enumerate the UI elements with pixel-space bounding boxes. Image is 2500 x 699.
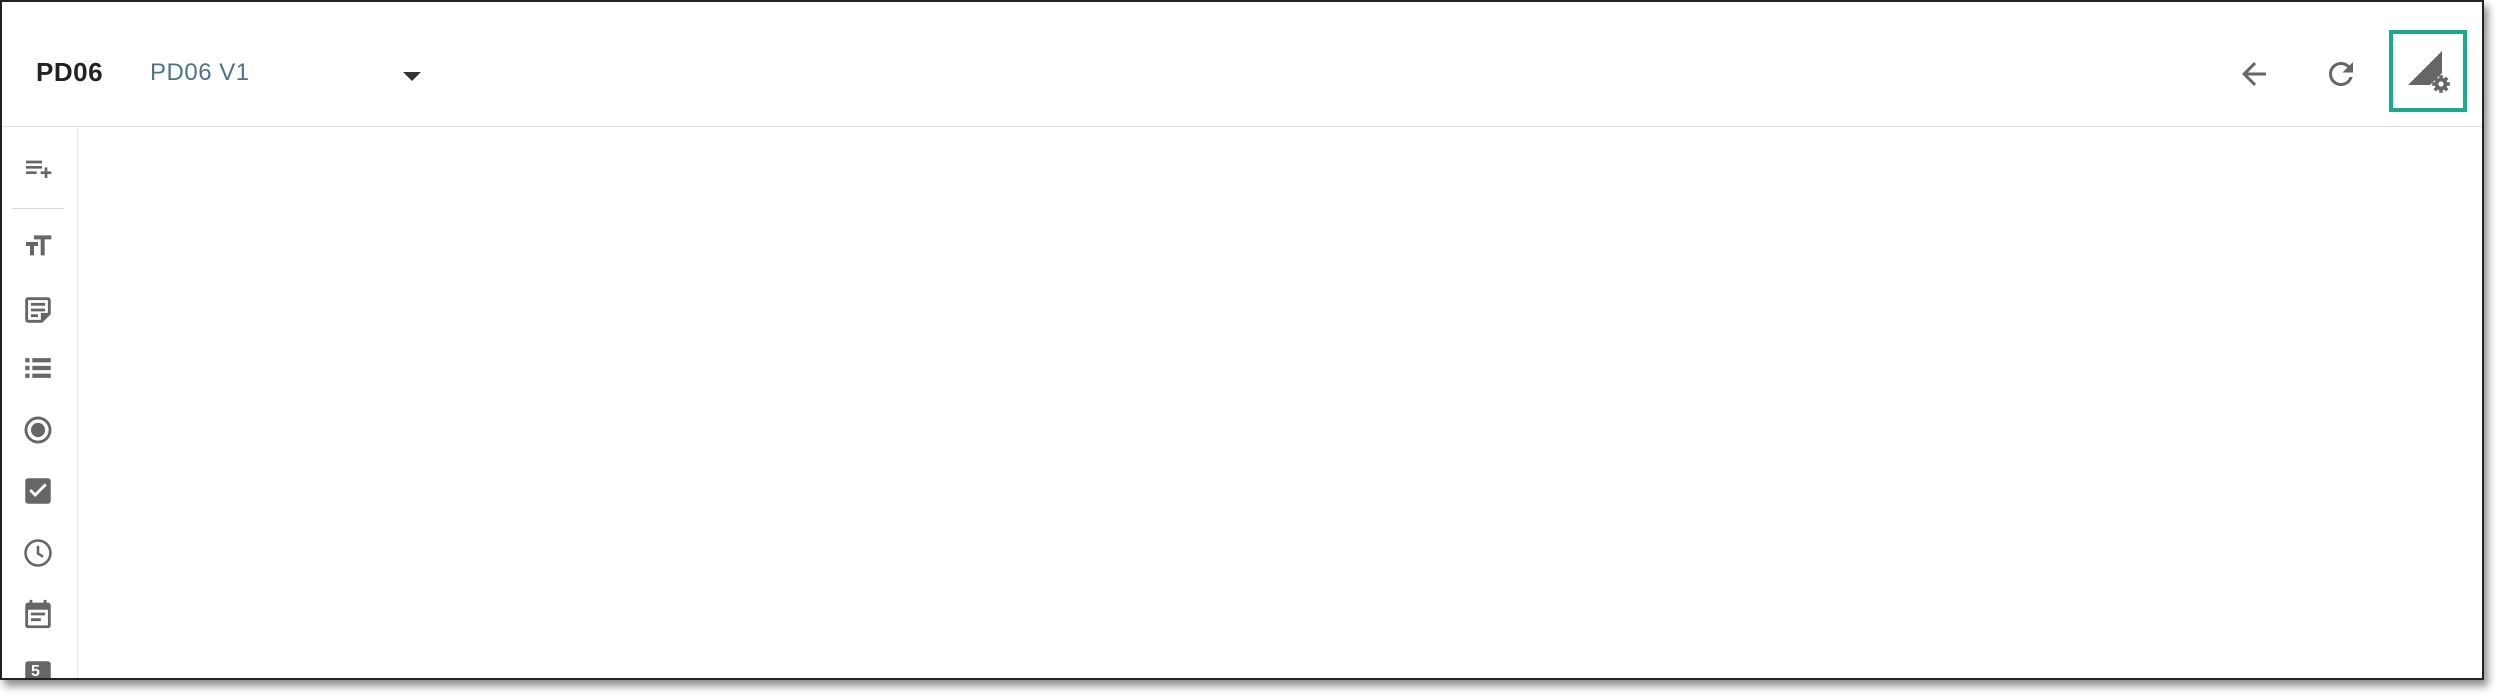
number-tool-label: 5 [31,663,40,680]
text-size-icon [26,235,52,256]
playlist-add-icon [26,160,52,178]
radio-tool[interactable] [16,408,60,452]
date-tool[interactable] [16,592,60,636]
settings-button[interactable] [2389,30,2467,112]
checkbox-icon [25,478,51,504]
note-icon [25,297,51,323]
app-window: PD06 PD06 V1 5 [0,0,2484,680]
radio-button-icon [24,416,52,444]
version-dropdown[interactable]: PD06 V1 [150,50,430,94]
arrow-left-icon [2242,62,2266,86]
number-tool[interactable]: 5 [16,652,60,680]
sidebar-divider [12,208,64,209]
list-tool[interactable] [16,346,60,390]
chevron-down-icon [403,72,421,81]
note-tool[interactable] [16,288,60,332]
version-selected-value: PD06 V1 [150,59,250,86]
text-size-tool[interactable] [16,224,60,268]
clock-icon [24,539,52,567]
signal-settings-icon [2408,51,2450,93]
tools-sidebar: 5 [2,128,78,680]
form-canvas[interactable] [79,128,2482,678]
page-title: PD06 [36,57,104,87]
refresh-icon [2329,62,2353,86]
calendar-icon [25,599,51,629]
back-button[interactable] [2226,46,2282,102]
time-tool[interactable] [16,531,60,575]
list-icon [25,358,51,378]
refresh-button[interactable] [2313,46,2369,102]
add-list-item[interactable] [16,148,60,192]
top-toolbar: PD06 PD06 V1 [2,2,2482,127]
checkbox-tool[interactable] [16,469,60,513]
